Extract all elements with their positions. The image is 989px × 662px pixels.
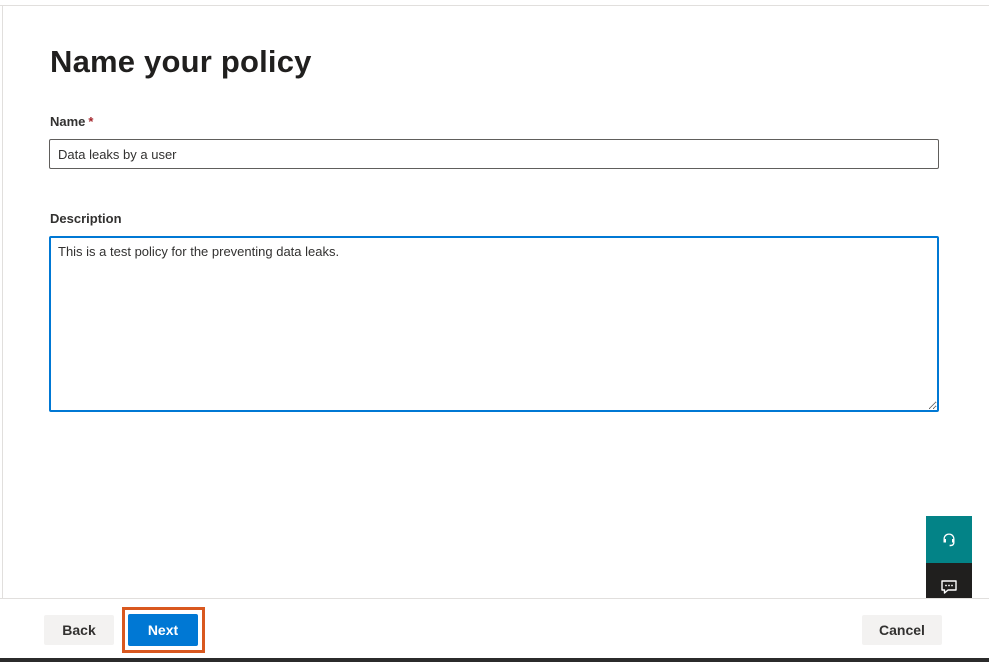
cancel-button[interactable]: Cancel (862, 615, 942, 645)
name-label: Name * (50, 114, 93, 129)
description-textarea[interactable]: This is a test policy for the preventing… (49, 236, 939, 412)
next-button[interactable]: Next (128, 614, 198, 646)
headset-icon (943, 533, 955, 546)
wizard-page: Name your policy Name* Description This … (0, 0, 989, 662)
description-label: Description (50, 211, 122, 226)
help-button[interactable] (926, 516, 972, 563)
required-mark: * (88, 114, 94, 129)
page-title: Name your policy (50, 44, 312, 79)
bottom-edge (0, 658, 989, 662)
back-button[interactable]: Back (44, 615, 114, 645)
name-input[interactable] (49, 139, 939, 169)
chat-feedback-icon (941, 579, 957, 594)
top-divider (0, 5, 989, 6)
left-divider (2, 5, 3, 598)
name-label-text: Name (50, 114, 86, 129)
